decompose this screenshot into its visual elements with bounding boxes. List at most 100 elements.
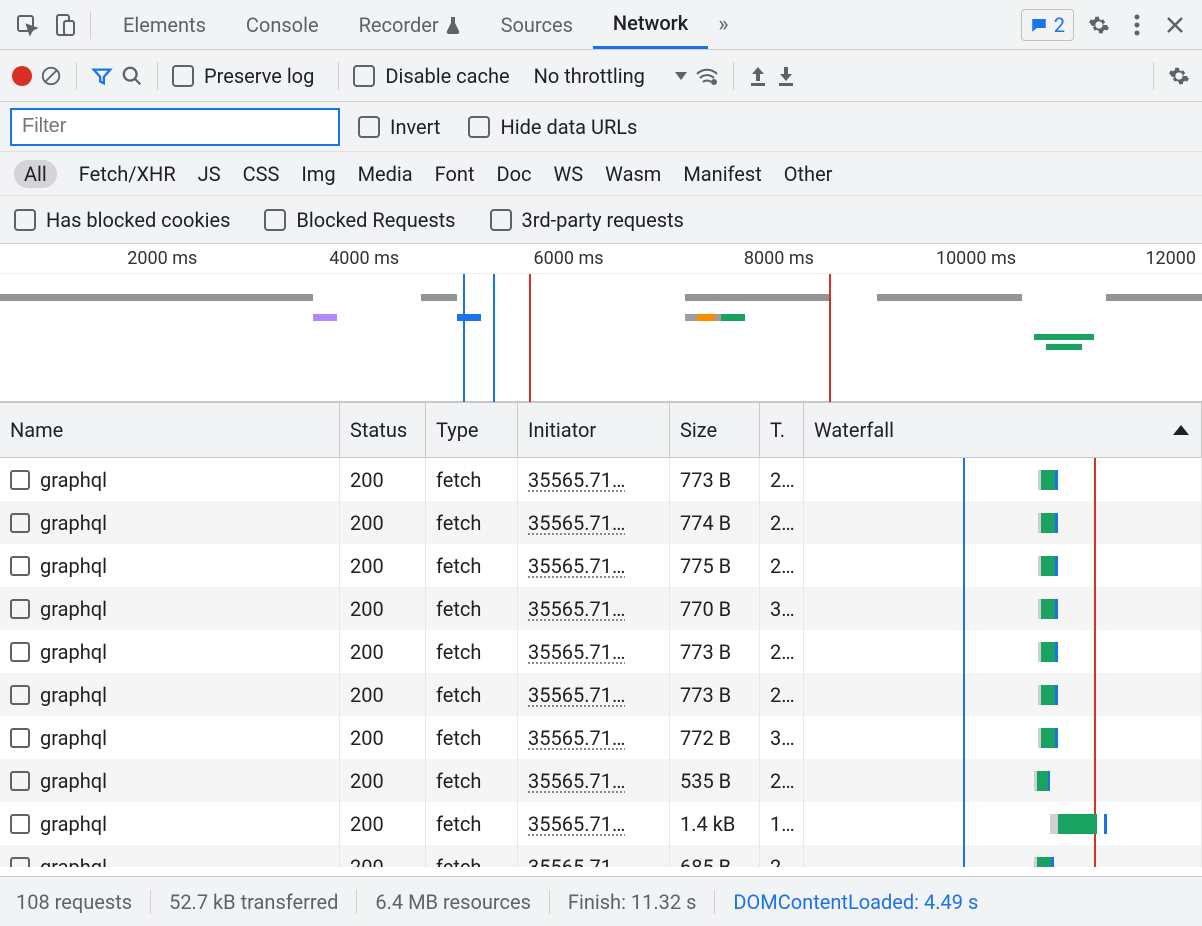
request-name: graphql [40, 812, 107, 836]
initiator-link[interactable]: 35565.71… [528, 597, 625, 621]
preserve-log-checkbox[interactable]: Preserve log [172, 64, 314, 88]
cell-waterfall [804, 630, 1202, 673]
checkbox-icon [172, 65, 194, 87]
requests-table-body[interactable]: graphql200fetch35565.71…773 B2…graphql20… [0, 458, 1202, 867]
download-har-icon[interactable] [776, 65, 796, 87]
initiator-link[interactable]: 35565.71… [528, 468, 625, 492]
col-time[interactable]: T. [760, 403, 804, 457]
blocked-requests-checkbox[interactable]: Blocked Requests [264, 208, 455, 232]
table-row[interactable]: graphql200fetch35565.71…770 B3… [0, 587, 1202, 630]
has-blocked-cookies-checkbox[interactable]: Has blocked cookies [14, 208, 230, 232]
type-media[interactable]: Media [358, 162, 413, 186]
type-other[interactable]: Other [784, 162, 833, 186]
checkbox-icon[interactable] [10, 642, 30, 662]
col-name[interactable]: Name [0, 403, 340, 457]
cell-size: 773 B [670, 673, 760, 716]
type-font[interactable]: Font [435, 162, 475, 186]
tab-console[interactable]: Console [226, 0, 339, 49]
initiator-link[interactable]: 35565.71… [528, 511, 625, 535]
tab-recorder[interactable]: Recorder [339, 0, 481, 49]
checkbox-icon[interactable] [10, 470, 30, 490]
initiator-link[interactable]: 35565.71… [528, 855, 625, 868]
request-name: graphql [40, 726, 107, 750]
record-button[interactable] [12, 66, 32, 86]
cell-name: graphql [0, 630, 340, 673]
type-ws[interactable]: WS [554, 162, 584, 186]
inspect-icon[interactable] [8, 6, 46, 44]
type-fetch-xhr[interactable]: Fetch/XHR [79, 162, 176, 186]
type-doc[interactable]: Doc [497, 162, 532, 186]
cell-size: 770 B [670, 587, 760, 630]
col-label: Name [10, 418, 63, 442]
timeline-overview[interactable]: 2000 ms 4000 ms 6000 ms 8000 ms 10000 ms… [0, 244, 1202, 402]
initiator-link[interactable]: 35565.71… [528, 769, 625, 793]
type-css[interactable]: CSS [243, 162, 280, 186]
col-size[interactable]: Size [670, 403, 760, 457]
filter-toggle-icon[interactable] [91, 65, 113, 87]
third-party-checkbox[interactable]: 3rd-party requests [490, 208, 684, 232]
settings-icon[interactable] [1080, 6, 1118, 44]
invert-checkbox[interactable]: Invert [358, 115, 440, 139]
tick-label: 6000 ms [534, 248, 604, 269]
network-conditions-icon[interactable] [695, 66, 719, 86]
cell-initiator: 35565.71… [518, 673, 670, 716]
cell-type: fetch [426, 716, 518, 759]
table-row[interactable]: graphql200fetch35565.71…535 B2… [0, 759, 1202, 802]
type-manifest[interactable]: Manifest [683, 162, 761, 186]
search-icon[interactable] [121, 65, 143, 87]
tab-sources[interactable]: Sources [481, 0, 593, 49]
checkbox-icon [14, 209, 36, 231]
network-toolbar: Preserve log Disable cache No throttling [0, 50, 1202, 102]
checkbox-icon[interactable] [10, 771, 30, 791]
panel-settings-icon[interactable] [1168, 65, 1190, 87]
checkbox-label: Preserve log [204, 64, 314, 88]
table-row[interactable]: graphql200fetch35565.71…773 B2… [0, 630, 1202, 673]
checkbox-icon[interactable] [10, 814, 30, 834]
col-initiator[interactable]: Initiator [518, 403, 670, 457]
initiator-link[interactable]: 35565.71… [528, 554, 625, 578]
table-row[interactable]: graphql200fetch35565.71…1.4 kB1… [0, 802, 1202, 845]
col-status[interactable]: Status [340, 403, 426, 457]
cell-status: 200 [340, 587, 426, 630]
throttling-select[interactable]: No throttling [534, 64, 687, 88]
table-row[interactable]: graphql200fetch35565.71…773 B2… [0, 458, 1202, 501]
checkbox-icon[interactable] [10, 599, 30, 619]
tab-network[interactable]: Network [593, 0, 708, 49]
table-row[interactable]: graphql200fetch35565.71…774 B2… [0, 501, 1202, 544]
clear-button[interactable] [40, 65, 62, 87]
checkbox-icon[interactable] [10, 513, 30, 533]
hide-data-urls-checkbox[interactable]: Hide data URLs [468, 115, 637, 139]
type-img[interactable]: Img [301, 162, 335, 186]
table-row[interactable]: graphql200fetch35565.71…685 B2… [0, 845, 1202, 867]
checkbox-icon[interactable] [10, 857, 30, 868]
upload-har-icon[interactable] [748, 65, 768, 87]
separator [90, 11, 91, 39]
initiator-link[interactable]: 35565.71… [528, 726, 625, 750]
issues-badge[interactable]: 2 [1021, 9, 1074, 41]
kebab-menu-icon[interactable] [1118, 6, 1156, 44]
checkbox-icon[interactable] [10, 728, 30, 748]
table-row[interactable]: graphql200fetch35565.71…773 B2… [0, 673, 1202, 716]
type-all[interactable]: All [14, 160, 57, 188]
initiator-link[interactable]: 35565.71… [528, 812, 625, 836]
tab-elements[interactable]: Elements [103, 0, 226, 49]
close-icon[interactable] [1156, 6, 1194, 44]
dcl-line [963, 802, 965, 845]
more-tabs-button[interactable]: » [708, 12, 738, 37]
initiator-link[interactable]: 35565.71… [528, 640, 625, 664]
col-type[interactable]: Type [426, 403, 518, 457]
disable-cache-checkbox[interactable]: Disable cache [353, 64, 509, 88]
checkbox-icon[interactable] [10, 685, 30, 705]
col-waterfall[interactable]: Waterfall [804, 403, 1202, 457]
cell-type: fetch [426, 802, 518, 845]
type-js[interactable]: JS [198, 162, 221, 186]
table-row[interactable]: graphql200fetch35565.71…775 B2… [0, 544, 1202, 587]
device-toggle-icon[interactable] [46, 6, 84, 44]
table-row[interactable]: graphql200fetch35565.71…772 B3… [0, 716, 1202, 759]
filter-input[interactable] [10, 108, 340, 146]
col-label: Initiator [528, 418, 596, 442]
checkbox-icon[interactable] [10, 556, 30, 576]
separator [1153, 62, 1154, 90]
initiator-link[interactable]: 35565.71… [528, 683, 625, 707]
type-wasm[interactable]: Wasm [605, 162, 661, 186]
